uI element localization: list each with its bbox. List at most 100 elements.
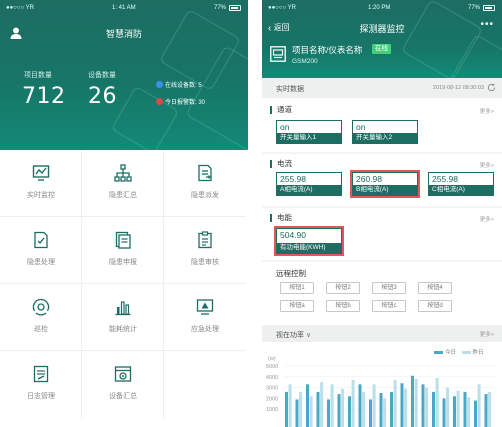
detector-monitor-screen: ●●○○○ YR 1:20 PM 77% ‹ 返回 探测器监控 ••• 项目名称… [262, 0, 502, 427]
device-count-label: 设备数量 [88, 72, 116, 79]
menu-hazard-report[interactable]: 隐患申报 [82, 217, 164, 284]
bar-yesterday [320, 382, 324, 427]
hazard-review-icon [198, 231, 212, 249]
menu-hazard-review[interactable]: 隐患审核 [164, 217, 246, 284]
carrier-label: ●●○○○ YR [6, 5, 35, 11]
remote-button-2[interactable]: 按钮2 [326, 282, 360, 294]
device-icon [270, 46, 286, 62]
emergency-icon [196, 299, 214, 315]
online-device-stat: 在线设备数: 5 [156, 80, 202, 89]
current-caption: C相电流(A) [429, 185, 493, 195]
y-axis-label: (w) [268, 356, 276, 362]
remote-button-4[interactable]: 按钮4 [418, 282, 452, 294]
energy-value-box-alert: 504.90 有功电能(KWH) [276, 228, 342, 254]
more-link[interactable]: 更多> [480, 330, 494, 338]
patrol-icon [32, 298, 50, 316]
bar-today [348, 396, 351, 427]
menu-hazard-summary[interactable]: 隐患汇总 [82, 150, 164, 217]
bar-today [432, 391, 435, 427]
menu-realtime-monitor[interactable]: 实时监控 [0, 150, 82, 217]
current-value: 255.98 [280, 174, 306, 184]
status-bar: ●●○○○ YR 1:20 PM 77% [262, 5, 502, 15]
clock: 1:20 PM [368, 5, 391, 11]
remote-control-title: 远程控制 [276, 269, 306, 278]
bar-today [453, 396, 456, 427]
menu-label: 能耗统计 [109, 326, 137, 333]
realtime-monitor-icon [32, 165, 50, 181]
menu-label: 实时监控 [27, 192, 55, 199]
page-title: 探测器监控 [359, 24, 405, 34]
remote-button-c[interactable]: 按钮c [372, 300, 406, 312]
bar-yesterday [446, 387, 450, 427]
refresh-icon[interactable] [487, 83, 496, 92]
section-title: 电能 [270, 214, 292, 222]
remote-button-b[interactable]: 按钮b [326, 300, 360, 312]
menu-device-summary[interactable]: 设备汇总 [82, 351, 164, 418]
decor-hexagon [110, 85, 180, 150]
bar-yesterday [435, 377, 439, 427]
menu-label: 隐患审核 [191, 259, 219, 266]
device-count-value: 26 [88, 84, 117, 109]
y-tick-label: 4000 [266, 375, 278, 381]
channel-value-box: on 开关量输入1 [276, 120, 342, 144]
device-model: GSM200 [292, 58, 318, 65]
bar-today [400, 383, 404, 427]
more-menu-button[interactable]: ••• [480, 19, 494, 30]
section-title: 通道 [270, 106, 292, 114]
more-link[interactable]: 更多> [480, 215, 494, 223]
remote-button-3[interactable]: 按钮3 [372, 282, 406, 294]
project-count-label: 项目数量 [24, 72, 52, 79]
channel-value-box: on 开关量输入2 [352, 120, 418, 144]
battery-icon [229, 5, 241, 11]
bar-yesterday [488, 391, 492, 427]
battery-percent: 77% [213, 5, 226, 11]
bar-yesterday [309, 396, 313, 427]
bar-yesterday [414, 378, 418, 427]
menu-label: 巡检 [34, 326, 48, 333]
bar-yesterday [299, 391, 303, 427]
bar-today [421, 384, 425, 427]
online-device-label: 在线设备数: 5 [165, 83, 202, 89]
bar-today [369, 399, 372, 427]
bar-yesterday [330, 384, 334, 427]
alarm-dot-icon [156, 97, 163, 105]
bar-yesterday [467, 397, 471, 427]
current-section: 电流 更多> 255.98 A相电流(A) 260.98 B相电流(A) 255… [262, 154, 502, 206]
energy-caption: 有功电能(KWH) [277, 243, 341, 253]
bar-today [306, 384, 309, 427]
energy-value: 504.90 [280, 230, 306, 240]
realtime-timestamp: 2019-08-12 08:30:03 [432, 85, 484, 91]
menu-hazard-handle[interactable]: 隐患处理 [0, 217, 82, 284]
apparent-power-bar[interactable]: 视在功率 ∨ 更多> [262, 325, 502, 342]
bar-yesterday [456, 390, 460, 427]
bar-today [442, 398, 446, 427]
realtime-data-bar: 实时数据 2019-08-12 08:30:03 [262, 78, 502, 98]
home-screen: ●●○○○ YR 1: 41 AM 77% 智慧消防 项目数量 712 设备数量… [0, 0, 248, 427]
remote-button-1[interactable]: 按钮1 [280, 282, 314, 294]
device-name: 项目名称/仪表名称 [292, 45, 363, 55]
clock: 1: 41 AM [112, 5, 136, 11]
menu-emergency[interactable]: 应急处理 [164, 284, 246, 351]
bar-today [379, 393, 383, 427]
menu-energy-stats[interactable]: 能耗统计 [82, 284, 164, 351]
menu-label: 隐患派发 [191, 192, 219, 199]
bar-today [484, 394, 488, 427]
apparent-power-chart: 今日 昨日 (w) 5000 4000 3000 2000 1000 [262, 342, 502, 427]
more-link[interactable]: 更多> [480, 107, 494, 115]
current-value: 255.98 [432, 174, 458, 184]
channel-caption: 开关量输入2 [353, 133, 417, 143]
menu-patrol[interactable]: 巡检 [0, 284, 82, 351]
menu-hazard-dispatch[interactable]: 隐患派发 [164, 150, 246, 217]
more-link[interactable]: 更多> [480, 161, 494, 169]
chevron-down-icon: ∨ [305, 332, 312, 339]
menu-log[interactable]: 日志管理 [0, 351, 82, 418]
battery-percent: 77% [467, 5, 480, 11]
remote-control-section: 远程控制 按钮1 按钮2 按钮3 按钮4 按钮a 按钮b 按钮c 按钮d [262, 262, 502, 325]
bar-today [463, 391, 467, 427]
remote-button-a[interactable]: 按钮a [280, 300, 314, 312]
remote-button-d[interactable]: 按钮d [418, 300, 452, 312]
current-caption: A相电流(A) [277, 185, 341, 195]
y-tick-label: 3000 [266, 386, 278, 392]
menu-label: 日志管理 [27, 393, 55, 400]
channel-value: on [280, 122, 290, 132]
